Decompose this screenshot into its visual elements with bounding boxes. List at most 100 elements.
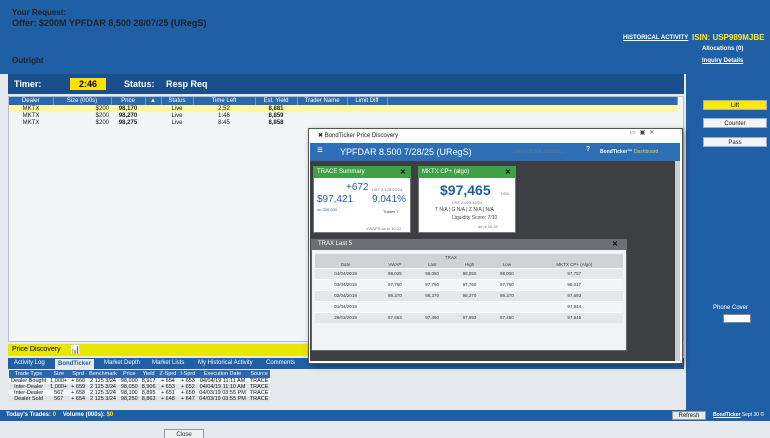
- hamburger-menu-icon[interactable]: ≡: [317, 145, 323, 156]
- counter-button[interactable]: Counter: [703, 118, 767, 128]
- bondticker-trades-table: Trade Type Size Sprd Benchmark Price Yie…: [9, 370, 271, 402]
- dealer-quote-row[interactable]: MKTX $200 98,170 Live 2:52 8,881: [9, 105, 677, 112]
- dealer-quote-row[interactable]: MKTX $200 98,270 Live 1:46 8,859: [9, 112, 677, 119]
- bondticker-suffix: Sept 30 ©: [741, 412, 765, 418]
- tab-activity-log[interactable]: Activity Log: [14, 360, 45, 366]
- mktx-price: $97,465: [440, 182, 491, 198]
- cell: [488, 300, 526, 312]
- refresh-button[interactable]: Refresh: [672, 411, 706, 420]
- col-price[interactable]: Price: [118, 370, 140, 378]
- col-sprd[interactable]: Sprd: [69, 370, 88, 378]
- col-limit-diff[interactable]: Limit Diff: [347, 97, 388, 105]
- col-time-left[interactable]: Time Left: [193, 97, 256, 105]
- cell-trader-name: [297, 119, 347, 126]
- cell: 98,025: [376, 267, 414, 279]
- bondticker-link[interactable]: BondTicker: [713, 412, 740, 418]
- col-mktx-cp: MKTX CP+ (Algo): [525, 261, 623, 268]
- close-icon[interactable]: ✕: [505, 168, 511, 176]
- dealer-table-header: Dealer Size (000s) Price ▲ Status Time L…: [9, 97, 678, 105]
- inquiry-details-link[interactable]: Inquiry Details: [702, 58, 743, 64]
- col-trade-type[interactable]: Trade Type: [9, 370, 49, 378]
- historical-activity-link[interactable]: HISTORICAL ACTIVITY: [623, 35, 688, 41]
- mktx-benchmark: UST 2.625 12/23: [452, 200, 483, 205]
- help-icon[interactable]: ?: [586, 146, 590, 153]
- popup-scrollbar[interactable]: [675, 161, 680, 361]
- tab-comments[interactable]: Comments: [266, 360, 295, 366]
- status-label: Status:: [124, 79, 155, 89]
- col-size[interactable]: Size (000s): [53, 97, 112, 105]
- timer-label: Timer:: [14, 79, 42, 89]
- todays-trades: Today's Trades: 0 Volume (000s): $0: [6, 412, 113, 418]
- cell: 98,050: [413, 267, 451, 279]
- trade-row[interactable]: Dealer Sold 567 + 654 2 125 3/24 98,250 8,863…: [9, 396, 271, 402]
- cell: 98,370: [376, 289, 414, 301]
- bondticker-footer[interactable]: BondTicker Sept 30 ©: [713, 412, 764, 418]
- cell-status: Live: [171, 112, 183, 119]
- col-date: Date: [315, 261, 377, 268]
- lift-button[interactable]: Lift: [703, 100, 767, 110]
- close-button[interactable]: Close: [164, 429, 204, 438]
- cell: 97,693: [525, 289, 623, 301]
- tab-bondticker[interactable]: BondTicker: [55, 359, 94, 369]
- trax-group-header: TRAX: [315, 254, 623, 261]
- cell-price: 98,275: [118, 119, 138, 126]
- col-trader-name[interactable]: Trader Name: [297, 97, 348, 105]
- group-empty: [525, 254, 623, 261]
- tab-historical-activity[interactable]: My Historical Activity: [198, 360, 253, 366]
- cell: 98,017: [525, 278, 623, 290]
- trade-mode: Outright: [12, 56, 44, 65]
- cell-empty: [145, 105, 161, 112]
- cell-filler: [387, 119, 677, 126]
- close-icon[interactable]: ✕: [649, 130, 658, 136]
- close-icon[interactable]: ✕: [612, 240, 618, 248]
- cell-time-left: 2:52: [193, 105, 255, 112]
- cell: 97,760: [376, 278, 414, 290]
- mktx-asof: as of 10:20: [478, 224, 498, 229]
- cell: 97,944: [525, 300, 623, 312]
- col-size[interactable]: Size: [48, 370, 70, 378]
- col-sort[interactable]: ▲: [145, 97, 162, 105]
- phone-cover-checkbox[interactable]: [723, 314, 751, 323]
- col-dealer[interactable]: Dealer: [9, 97, 54, 105]
- cell: 97,760: [450, 278, 489, 290]
- cell: 02/04/2019: [315, 289, 377, 301]
- trax-group-label: TRAX: [376, 254, 526, 261]
- minimize-icon[interactable]: ▭: [630, 130, 640, 136]
- col-execution-date[interactable]: Execution Date: [197, 370, 248, 378]
- col-source[interactable]: Source: [247, 370, 271, 378]
- maximize-icon[interactable]: ▣: [640, 130, 650, 136]
- col-filler: [387, 97, 678, 105]
- dealer-quote-row[interactable]: MKTX $200 98,275 Live 8:45 8,858: [9, 119, 677, 126]
- allocations-link[interactable]: Allocations (0): [702, 46, 743, 52]
- pass-button[interactable]: Pass: [703, 137, 767, 147]
- cell: 04/03/19 03:55 PM: [197, 396, 248, 402]
- trax-row: 02/04/2019 98,370 98,370 98,370 98,370 97,693: [315, 289, 623, 301]
- col-benchmark[interactable]: Benchmark: [87, 370, 119, 378]
- col-high: High: [450, 261, 489, 268]
- col-i-sprd[interactable]: I-Sprd: [178, 370, 198, 378]
- request-label: Your Request:: [12, 8, 67, 17]
- trax-row: 04/04/2019 98,025 98,050 98,050 98,000 97,757: [315, 267, 623, 279]
- close-icon[interactable]: ✕: [400, 168, 406, 176]
- trace-trades: Trades 7: [383, 209, 399, 214]
- cell-est-yield: 8,858: [268, 119, 284, 126]
- cell: 98,370: [450, 289, 489, 301]
- cell-price: 98,270: [118, 112, 138, 119]
- tab-market-lists[interactable]: Market Lists: [152, 360, 184, 366]
- col-yield[interactable]: Yield: [139, 370, 158, 378]
- col-status[interactable]: Status: [161, 97, 194, 105]
- brand-suffix: Dashboard: [633, 149, 659, 155]
- col-last: Last: [413, 261, 451, 268]
- col-z-sprd[interactable]: Z-Sprd: [157, 370, 179, 378]
- cell: 98,370: [488, 289, 526, 301]
- cell: [413, 300, 451, 312]
- cell-dealer: MKTX: [22, 112, 40, 119]
- cell: + 654: [69, 396, 88, 402]
- col-est-yield[interactable]: Est. Yield: [255, 97, 298, 105]
- cell: 03/04/2019: [315, 278, 377, 290]
- bond-search-input[interactable]: [504, 147, 582, 157]
- col-price[interactable]: Price: [111, 97, 146, 105]
- isin-label: ISIN: USP989MJBE: [692, 33, 765, 42]
- tab-market-depth[interactable]: Market Depth: [104, 360, 140, 366]
- trax-row: 28/03/2019 97,663 97,460 97,993 97,460 97,945: [315, 311, 623, 323]
